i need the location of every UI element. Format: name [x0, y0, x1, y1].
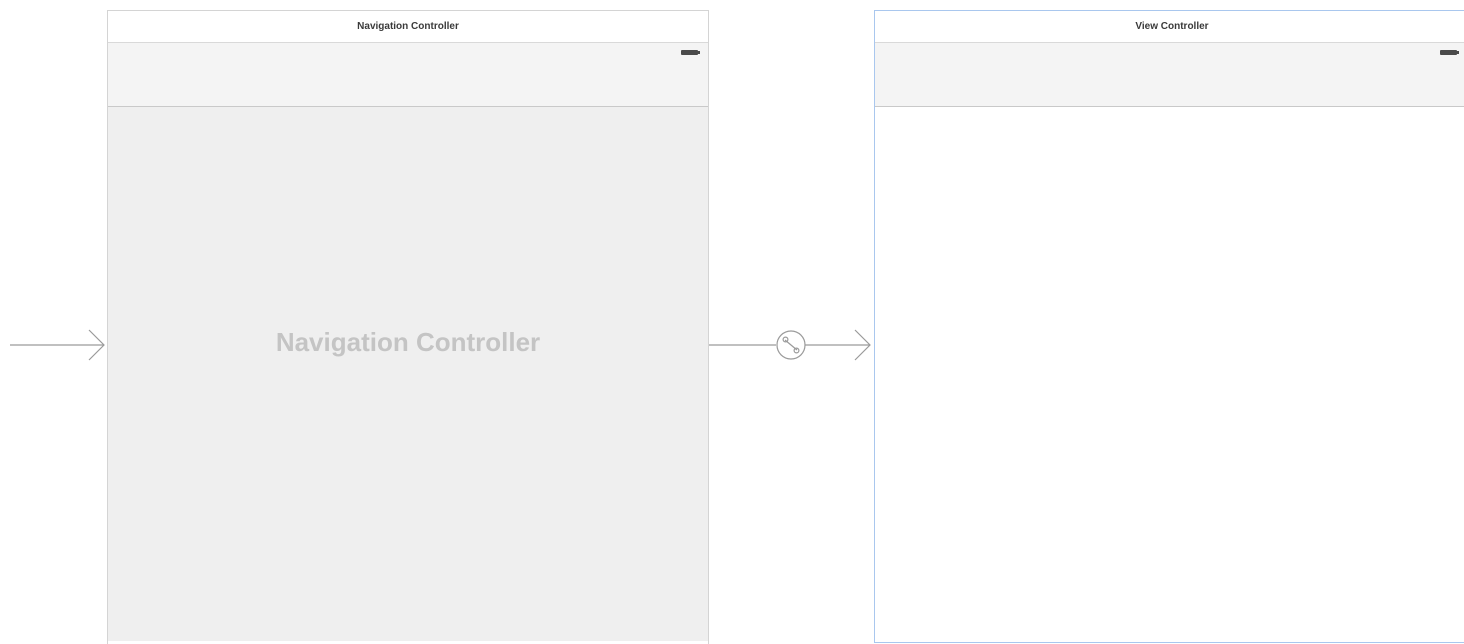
- battery-icon: [681, 50, 700, 55]
- navigation-bar[interactable]: [875, 63, 1464, 107]
- navigation-controller-placeholder-label: Navigation Controller: [275, 327, 541, 357]
- navigation-controller-body[interactable]: Navigation Controller: [108, 107, 708, 641]
- scene-title-view-controller[interactable]: View Controller: [875, 11, 1464, 43]
- battery-icon: [1440, 50, 1459, 55]
- scene-title-navigation-controller[interactable]: Navigation Controller: [108, 11, 708, 43]
- view-controller-view[interactable]: [875, 107, 1464, 640]
- navigation-bar[interactable]: [108, 63, 708, 107]
- segue-link-icon[interactable]: [776, 330, 806, 360]
- initial-view-controller-arrow-icon[interactable]: [10, 329, 105, 361]
- relationship-segue-arrow[interactable]: [709, 329, 871, 361]
- status-bar: [108, 43, 708, 63]
- storyboard-canvas[interactable]: Navigation Controller Navigation Control…: [0, 0, 1464, 644]
- segue-link-glyph: [784, 339, 798, 351]
- navigation-controller-scene[interactable]: Navigation Controller Navigation Control…: [107, 10, 709, 644]
- status-bar: [875, 43, 1464, 63]
- view-controller-scene[interactable]: View Controller: [874, 10, 1464, 643]
